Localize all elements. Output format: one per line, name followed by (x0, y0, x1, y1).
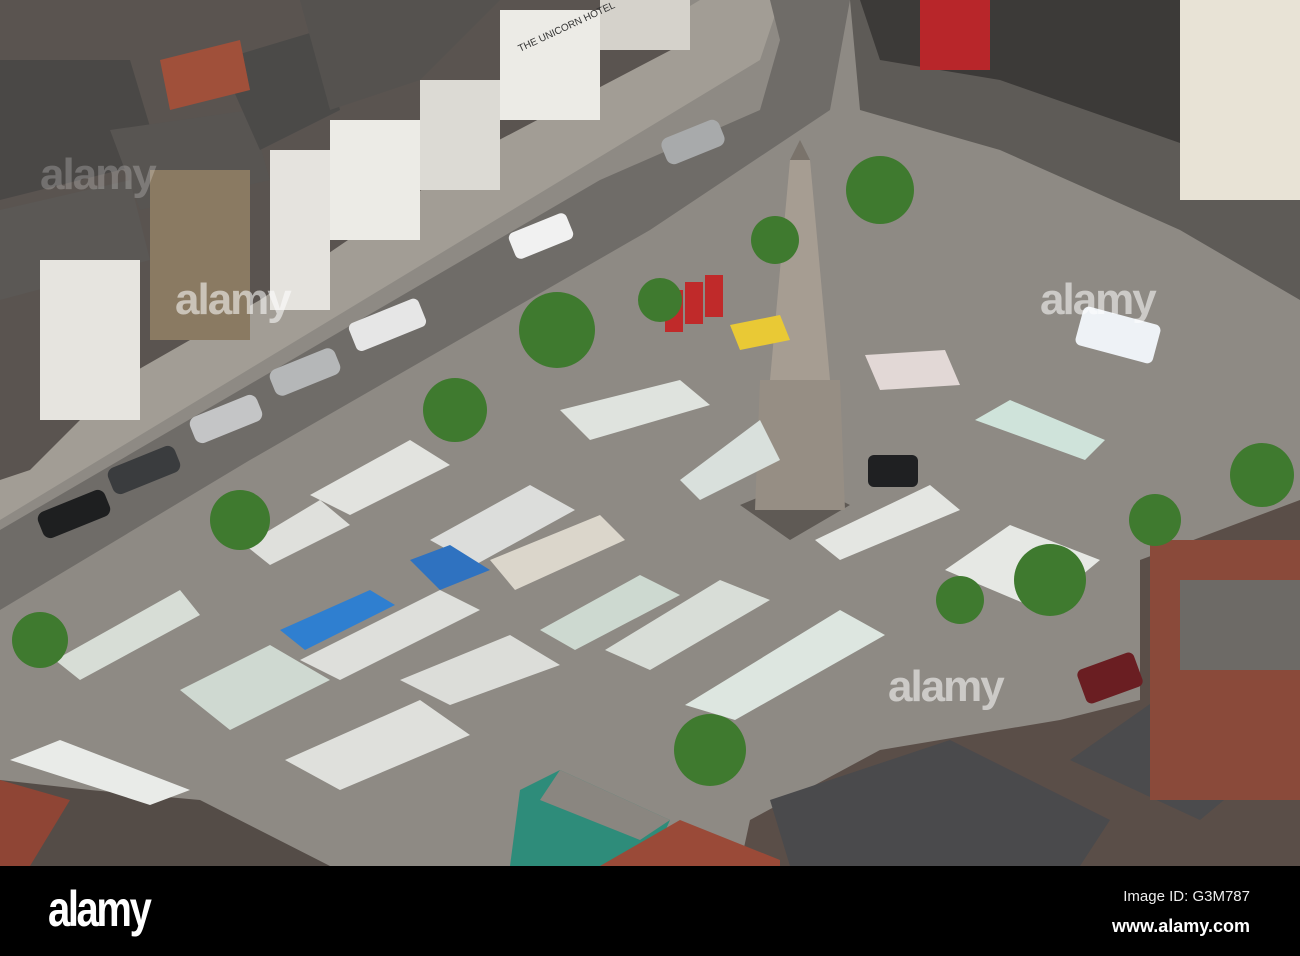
image-id: Image ID: G3M787 (1123, 888, 1250, 905)
flat-roof (1180, 580, 1300, 670)
stock-photo-frame: THE UNICORN HOTEL alamy alamy alamy alam… (0, 0, 1300, 956)
aerial-market-square-photo: THE UNICORN HOTEL (0, 0, 1300, 866)
town-hall-facade (1180, 0, 1300, 200)
tree (1230, 443, 1294, 507)
tree (846, 156, 914, 224)
market-stall (865, 350, 960, 390)
tree (1014, 544, 1086, 616)
tree (12, 612, 68, 668)
tree (674, 714, 746, 786)
tree (423, 378, 487, 442)
tree (210, 490, 270, 550)
tree (751, 216, 799, 264)
site-url[interactable]: www.alamy.com (1112, 916, 1250, 937)
red-shopfront (920, 0, 990, 70)
car (868, 455, 918, 487)
watermark: alamy (1040, 275, 1157, 324)
tree (638, 278, 682, 322)
watermark: alamy (40, 150, 157, 199)
tree (936, 576, 984, 624)
tree (519, 292, 595, 368)
watermark: alamy (175, 275, 292, 324)
alamy-logo[interactable]: alamy (48, 880, 152, 938)
tree (1129, 494, 1181, 546)
watermark: alamy (888, 662, 1005, 711)
footer-bar: alamy Image ID: G3M787 www.alamy.com (0, 866, 1300, 956)
